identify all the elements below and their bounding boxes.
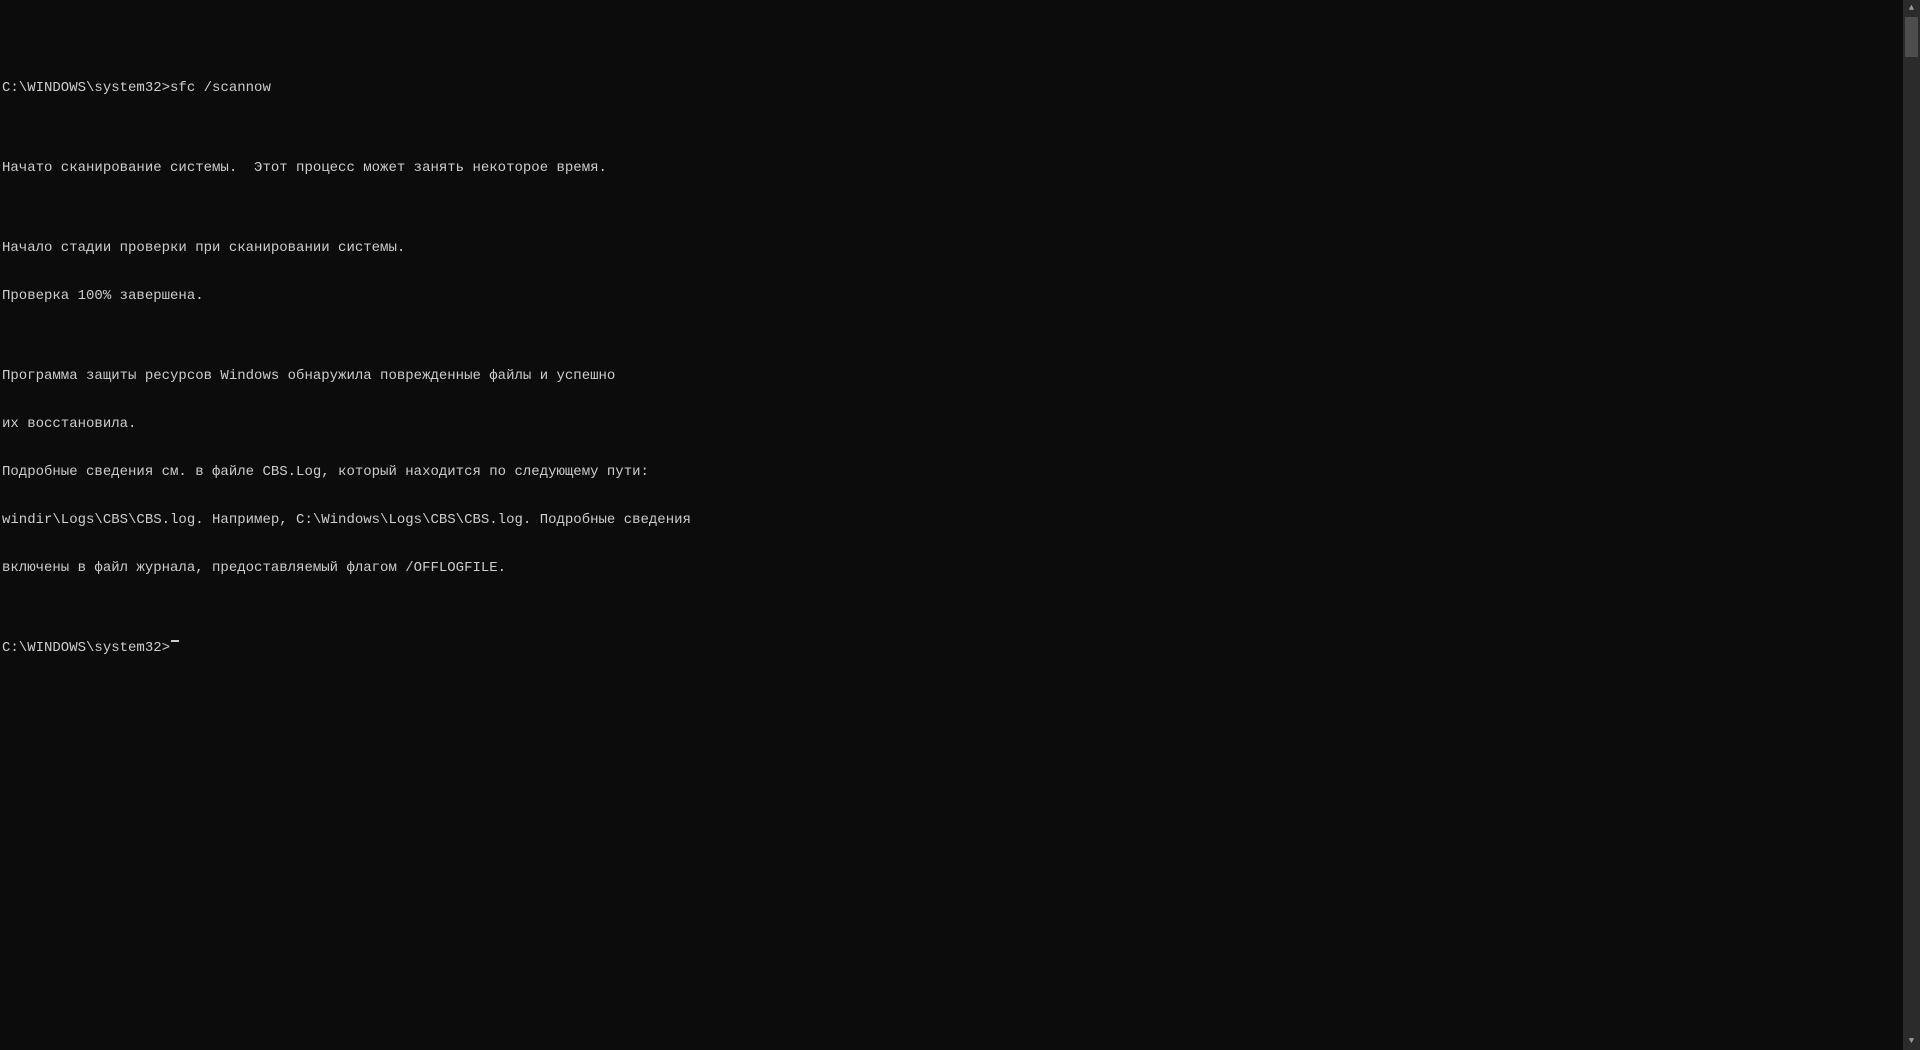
entered-command: sfc /scannow xyxy=(170,80,271,96)
prompt-path: C:\WINDOWS\system32> xyxy=(2,640,170,656)
prompt-path: C:\WINDOWS\system32> xyxy=(2,80,170,96)
output-line: Начало стадии проверки при сканировании … xyxy=(2,240,1900,256)
chevron-up-icon: ▲ xyxy=(1909,4,1914,13)
output-line: их восстановила. xyxy=(2,416,1900,432)
output-line: включены в файл журнала, предоставляемый… xyxy=(2,560,1900,576)
chevron-down-icon: ▼ xyxy=(1909,1037,1914,1046)
command-line: C:\WINDOWS\system32>sfc /scannow xyxy=(2,80,1900,96)
output-line: Программа защиты ресурсов Windows обнару… xyxy=(2,368,1900,384)
current-prompt[interactable]: C:\WINDOWS\system32> xyxy=(2,640,1900,656)
output-line: Подробные сведения см. в файле CBS.Log, … xyxy=(2,464,1900,480)
command-prompt-window: C:\WINDOWS\system32>sfc /scannow Начато … xyxy=(0,0,1920,1050)
vertical-scrollbar[interactable]: ▲ ▼ xyxy=(1903,0,1920,1050)
remnant-line xyxy=(2,32,1900,48)
scroll-thumb[interactable] xyxy=(1905,17,1918,57)
output-line: windir\Logs\CBS\CBS.log. Например, C:\Wi… xyxy=(2,512,1900,528)
scroll-track[interactable] xyxy=(1903,17,1920,1033)
scroll-down-button[interactable]: ▼ xyxy=(1903,1033,1920,1050)
scroll-up-button[interactable]: ▲ xyxy=(1903,0,1920,17)
text-cursor xyxy=(171,640,179,642)
output-line: Проверка 100% завершена. xyxy=(2,288,1900,304)
output-line: Начато сканирование системы. Этот процес… xyxy=(2,160,1900,176)
console-output-area[interactable]: C:\WINDOWS\system32>sfc /scannow Начато … xyxy=(0,0,1902,1050)
